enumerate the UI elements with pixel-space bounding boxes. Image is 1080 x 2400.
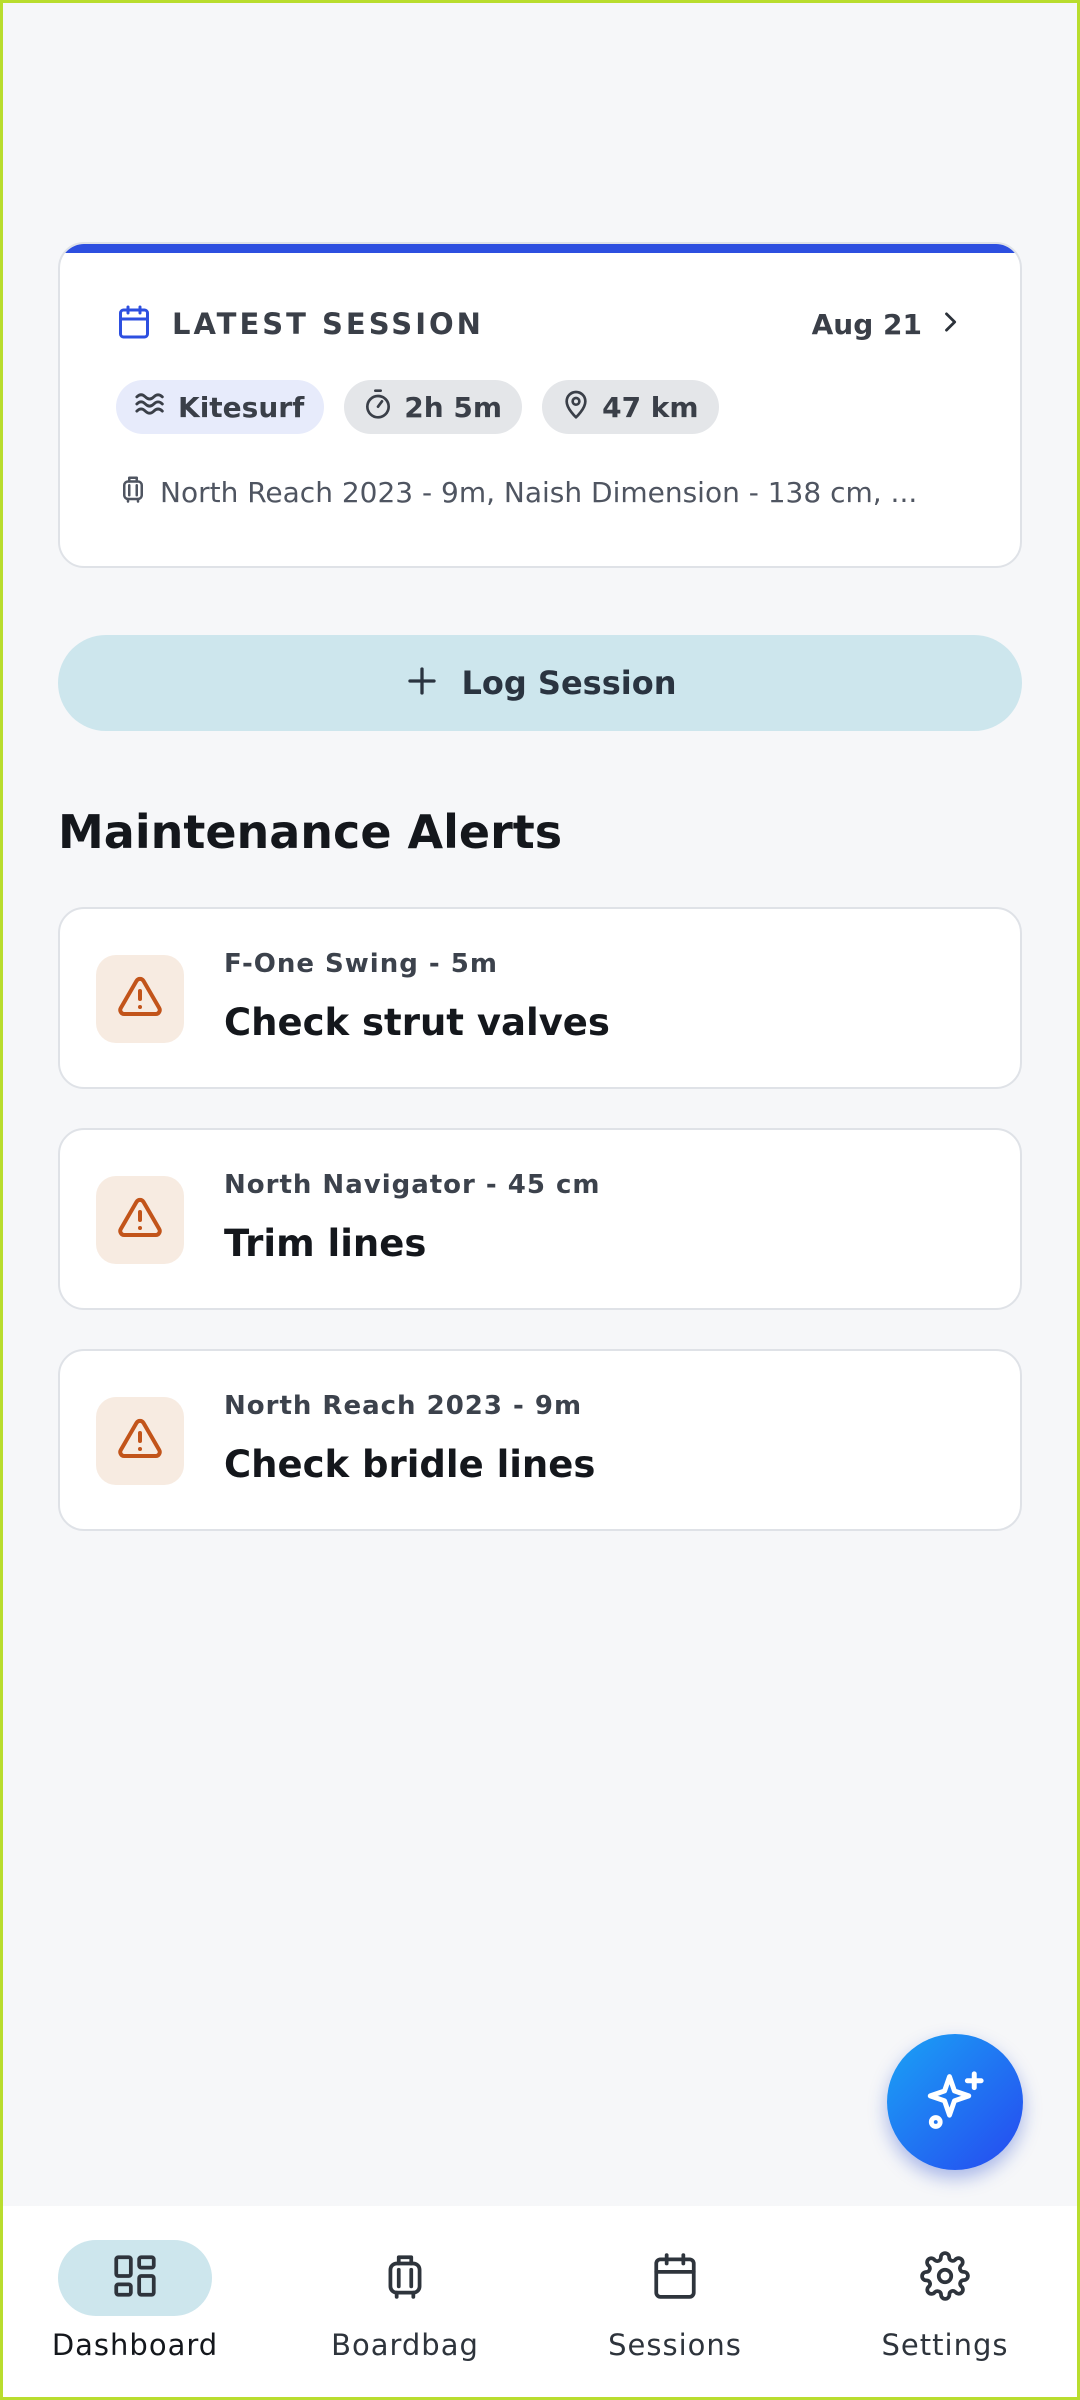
warning-icon bbox=[116, 973, 164, 1025]
nav-active-indicator bbox=[58, 2240, 212, 2316]
warning-icon bbox=[116, 1194, 164, 1246]
chevron-right-icon bbox=[936, 308, 964, 340]
alert-task: Trim lines bbox=[224, 1222, 427, 1265]
plus-icon bbox=[404, 663, 440, 703]
nav-dashboard[interactable]: Dashboard bbox=[0, 2206, 270, 2400]
distance-label: 47 km bbox=[602, 390, 699, 424]
alert-task: Check strut valves bbox=[224, 1001, 610, 1044]
distance-chip: 47 km bbox=[542, 380, 719, 434]
session-title: LATEST SESSION bbox=[172, 307, 484, 341]
timer-icon bbox=[362, 388, 404, 427]
dashboard-icon bbox=[110, 2251, 160, 2305]
maintenance-alert-card[interactable]: F-One Swing - 5m Check strut valves bbox=[58, 907, 1022, 1089]
maintenance-alert-card[interactable]: North Navigator - 45 cm Trim lines bbox=[58, 1128, 1022, 1310]
alert-item: North Navigator - 45 cm bbox=[224, 1170, 601, 1200]
nav-label: Boardbag bbox=[331, 2328, 479, 2362]
alert-badge bbox=[96, 955, 184, 1043]
alert-badge bbox=[96, 1176, 184, 1264]
gear-list-text: North Reach 2023 - 9m, Naish Dimension -… bbox=[160, 475, 918, 509]
nav-label: Settings bbox=[881, 2328, 1009, 2362]
nav-icon-wrap bbox=[598, 2240, 752, 2316]
nav-settings[interactable]: Settings bbox=[810, 2206, 1080, 2400]
warning-icon bbox=[116, 1415, 164, 1467]
session-gear: North Reach 2023 - 9m, Naish Dimension -… bbox=[118, 472, 980, 512]
ai-assistant-fab[interactable] bbox=[887, 2034, 1023, 2170]
sport-chip: Kitesurf bbox=[116, 380, 325, 434]
gear-icon bbox=[920, 2251, 970, 2305]
duration-chip: 2h 5m bbox=[344, 380, 523, 434]
nav-boardbag[interactable]: Boardbag bbox=[270, 2206, 540, 2400]
map-pin-icon bbox=[560, 388, 602, 427]
calendar-icon bbox=[116, 304, 152, 344]
nav-icon-wrap bbox=[868, 2240, 1022, 2316]
calendar-icon bbox=[650, 2251, 700, 2305]
nav-label: Sessions bbox=[608, 2328, 742, 2362]
bottom-navigation: Dashboard Boardbag Sessions Settings bbox=[0, 2206, 1080, 2400]
sport-label: Kitesurf bbox=[178, 390, 305, 424]
nav-icon-wrap bbox=[328, 2240, 482, 2316]
luggage-icon bbox=[380, 2251, 430, 2305]
log-session-label: Log Session bbox=[461, 664, 677, 702]
nav-label: Dashboard bbox=[51, 2328, 219, 2362]
card-accent-bar bbox=[60, 244, 1020, 253]
alert-item: F-One Swing - 5m bbox=[224, 949, 498, 979]
alert-badge bbox=[96, 1397, 184, 1485]
session-stats: Kitesurf 2h 5m 47 km bbox=[116, 380, 719, 434]
duration-label: 2h 5m bbox=[404, 390, 503, 424]
alert-task: Check bridle lines bbox=[224, 1443, 596, 1486]
session-date: Aug 21 bbox=[811, 307, 922, 341]
maintenance-title: Maintenance Alerts bbox=[58, 805, 563, 859]
log-session-button[interactable]: Log Session bbox=[58, 635, 1022, 731]
session-header: LATEST SESSION Aug 21 bbox=[116, 302, 964, 346]
alert-item: North Reach 2023 - 9m bbox=[224, 1391, 583, 1421]
maintenance-alert-card[interactable]: North Reach 2023 - 9m Check bridle lines bbox=[58, 1349, 1022, 1531]
sparkles-icon bbox=[922, 2067, 988, 2137]
session-date-link[interactable]: Aug 21 bbox=[812, 308, 964, 341]
latest-session-card[interactable]: LATEST SESSION Aug 21 Kitesurf 2h 5m 47 … bbox=[58, 242, 1022, 568]
waves-icon bbox=[134, 387, 178, 428]
luggage-icon bbox=[118, 474, 160, 511]
nav-sessions[interactable]: Sessions bbox=[540, 2206, 810, 2400]
